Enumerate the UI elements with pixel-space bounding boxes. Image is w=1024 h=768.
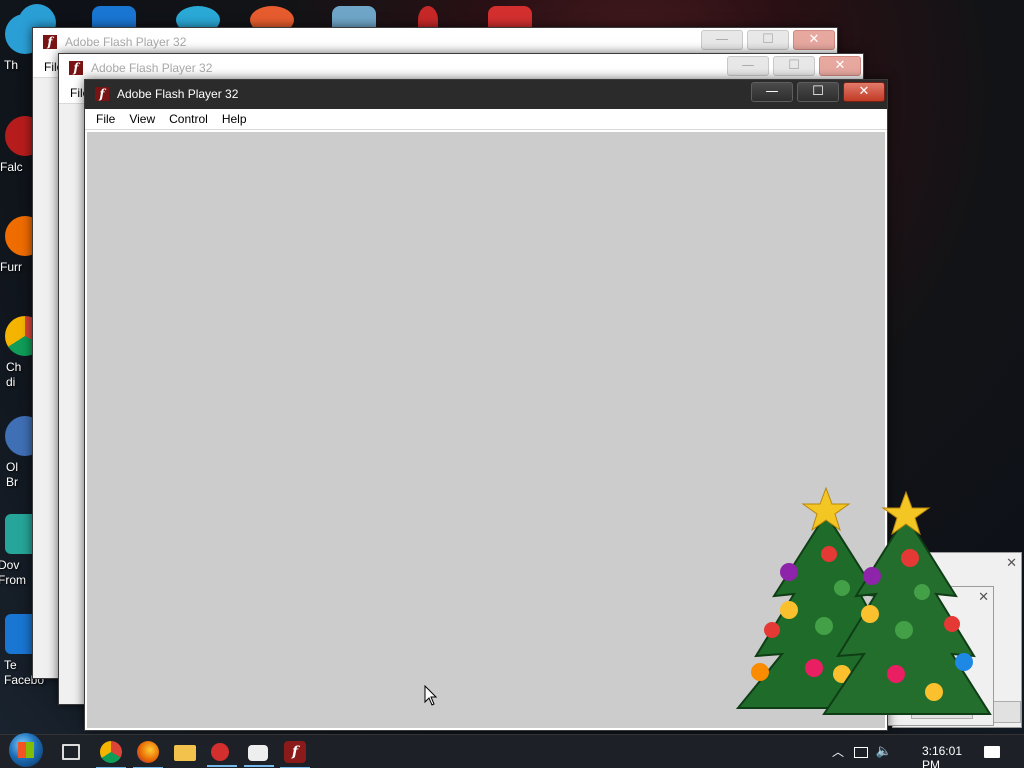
start-button[interactable] <box>9 733 43 767</box>
chrome-icon[interactable] <box>96 741 126 768</box>
app-red-icon[interactable] <box>207 743 237 767</box>
network-icon[interactable] <box>854 747 868 758</box>
7zip-icon[interactable] <box>244 745 274 767</box>
window-title: Adobe Flash Player 32 <box>91 61 213 75</box>
clock[interactable]: 3:16:01 PM <box>922 744 962 768</box>
desktop-icon-label: Ch di <box>6 360 22 389</box>
menu-bar: File View Control Help <box>85 109 887 130</box>
flash-icon: f <box>43 35 57 49</box>
mouse-cursor-icon <box>424 685 438 706</box>
desktop-icon-label: Dov From <box>0 558 26 587</box>
menu-control[interactable]: Control <box>162 109 215 130</box>
close-button[interactable]: ✕ <box>843 82 885 102</box>
menu-file[interactable]: File <box>89 109 122 130</box>
flash-icon: f <box>69 61 83 75</box>
window-titlebar[interactable]: f Adobe Flash Player 32 — ☐ ✕ <box>85 80 887 109</box>
minimize-button[interactable]: — <box>727 56 769 76</box>
chevron-up-icon[interactable]: ︿ <box>832 743 844 760</box>
flash-icon: f <box>95 87 109 101</box>
taskbar: f ︿ 🔈 3:16:01 PM <box>0 733 1024 768</box>
flash-player-taskbar-icon[interactable]: f <box>280 741 310 768</box>
minimize-button[interactable]: — <box>701 30 743 50</box>
desktop-icon-label: Ol Br <box>6 460 18 489</box>
maximize-button[interactable]: ☐ <box>773 56 815 76</box>
windows-logo-icon <box>18 742 34 758</box>
minimize-button[interactable]: — <box>751 82 793 102</box>
maximize-button[interactable]: ☐ <box>797 82 839 102</box>
window-title: Adobe Flash Player 32 <box>65 35 187 49</box>
file-explorer-icon[interactable] <box>174 745 196 761</box>
notifications-icon[interactable] <box>984 746 1000 758</box>
task-view-icon[interactable] <box>62 744 80 760</box>
window-title: Adobe Flash Player 32 <box>117 87 239 101</box>
firefox-icon[interactable] <box>133 741 163 768</box>
close-button[interactable]: ✕ <box>819 56 861 76</box>
christmas-trees-image <box>735 486 992 715</box>
volume-icon[interactable]: 🔈 <box>876 743 892 759</box>
maximize-button[interactable]: ☐ <box>747 30 789 50</box>
close-icon[interactable]: ✕ <box>1006 555 1017 571</box>
close-button[interactable]: ✕ <box>793 30 835 50</box>
menu-help[interactable]: Help <box>215 109 254 130</box>
menu-view[interactable]: View <box>122 109 162 130</box>
